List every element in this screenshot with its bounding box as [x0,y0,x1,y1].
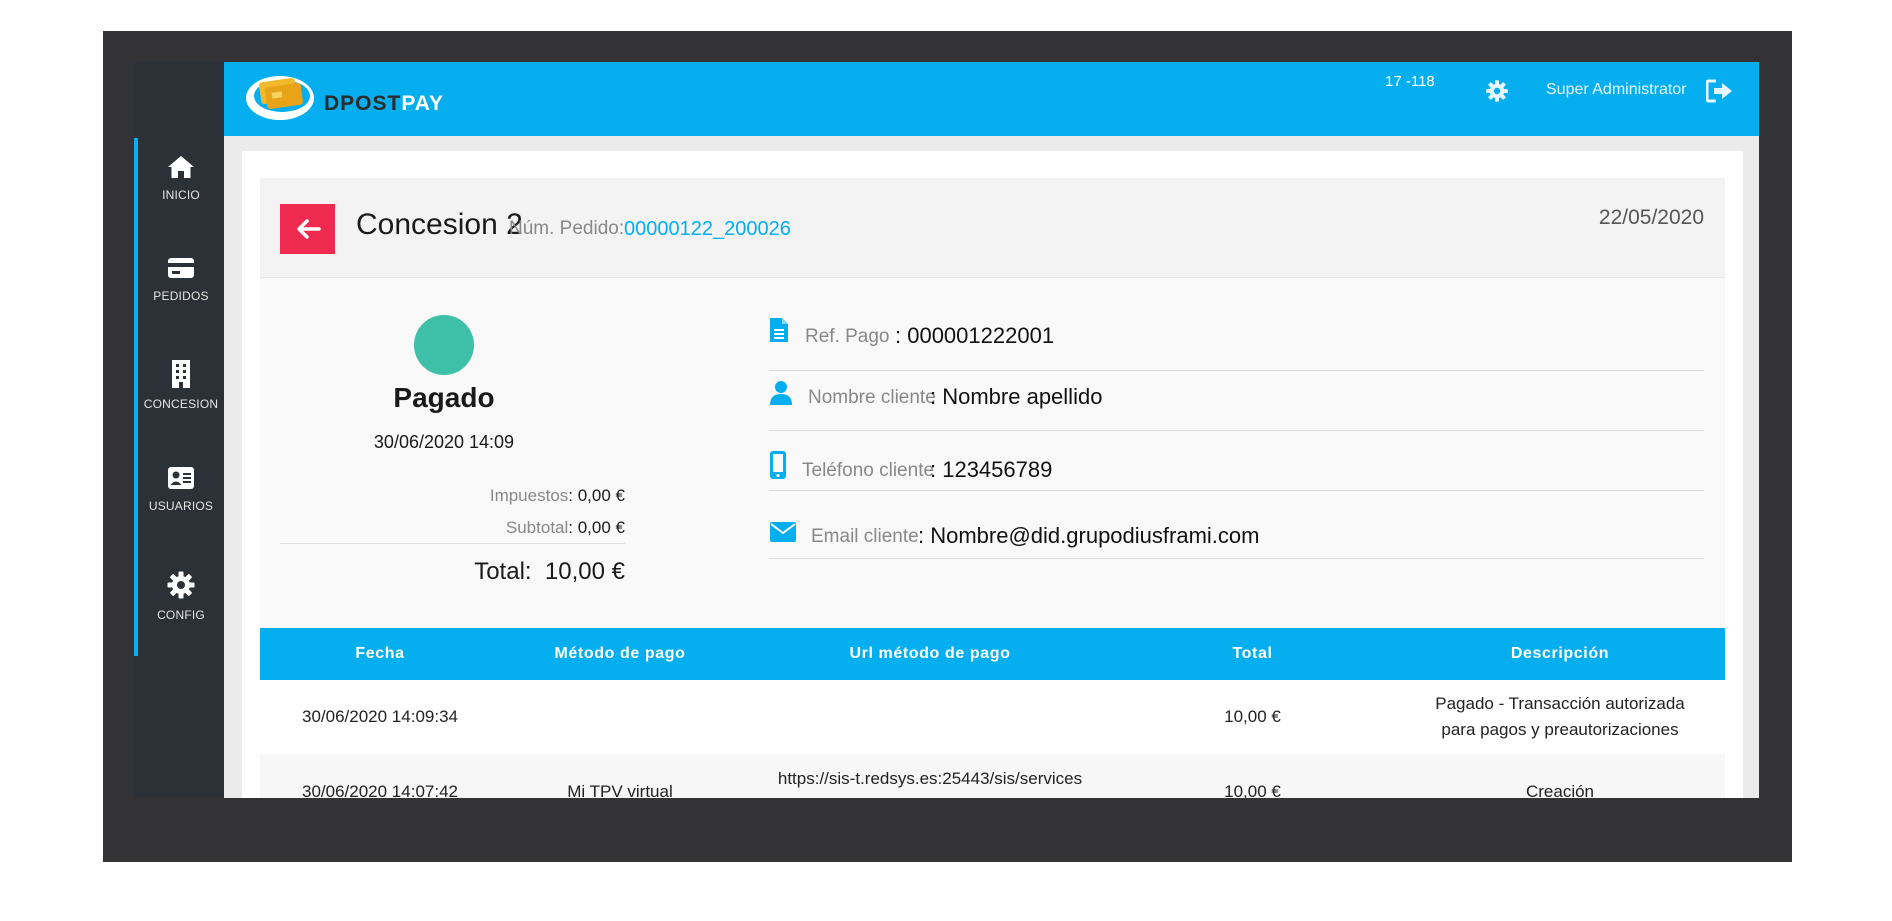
taxes-label: Impuestos [489,486,569,505]
credit-card-icon [168,258,194,278]
app-logo[interactable]: DPOSTPAY [244,68,454,128]
top-bar: DPOSTPAY 17 -118 Super Administrator [224,62,1759,136]
cell-fecha: 30/06/2020 14:07:42 [302,782,458,798]
version-label: 17 -118 [1385,73,1435,90]
sidebar-item-config[interactable]: CONFIG [138,570,224,622]
client-name-row: Nombre cliente : Nombre apellido [769,371,1704,431]
total-value: 10,00 € [544,558,625,585]
status-date: 30/06/2020 14:09 [373,432,515,452]
home-icon [168,156,194,178]
gear-icon [1486,80,1508,102]
envelope-icon [770,522,796,542]
page-title: Concesion 2 [356,208,523,241]
sidebar-item-concesion[interactable]: CONCESION [138,359,224,411]
subtotal-row: Subtotal: 0,00 € [280,518,625,538]
content-panel: Concesion 2 Núm. Pedido: 00000122_200026… [242,151,1743,798]
cell-descripcion: Pagado - Transacción autorizada para pago… [1435,694,1685,739]
building-icon [172,360,190,388]
back-button[interactable] [280,204,335,254]
sidebar-item-label: PEDIDOS [153,289,209,303]
user-icon [770,381,792,405]
cell-fecha: 30/06/2020 14:09:34 [302,707,458,726]
total-label: Total: [474,558,532,585]
arrow-left-icon [296,219,321,239]
logout-button[interactable] [1705,79,1734,108]
order-number-value: 00000122_200026 [624,218,791,240]
order-header: Concesion 2 Núm. Pedido: 00000122_200026… [260,178,1725,278]
sidebar-item-label: CONFIG [157,608,205,622]
sign-out-icon [1705,79,1732,103]
logo-emblem-icon [246,76,314,120]
client-name-value: : Nombre apellido [930,384,1103,409]
payment-ref-row: Ref. Pago : 000001222001 [769,311,1704,371]
sidebar-item-usuarios[interactable]: USUARIOS [138,465,224,513]
subtotal-label: Subtotal [505,518,569,537]
column-header-descripcion[interactable]: Descripción [1410,645,1710,663]
file-icon [770,318,788,342]
client-phone-value: : 123456789 [930,457,1053,482]
order-number-label: Núm. Pedido: [509,218,625,239]
sidebar-item-label: CONCESION [143,397,219,411]
gear-icon [167,571,195,599]
table-row: 30/06/2020 14:07:42 Mi TPV virtual https… [260,754,1725,798]
id-card-icon [168,467,194,489]
column-header-metodo[interactable]: Método de pago [490,645,750,663]
payment-ref-label: Ref. Pago [805,326,890,347]
column-header-url[interactable]: Url método de pago [770,645,1090,663]
client-email-label: Email cliente [811,526,919,547]
mobile-phone-icon [770,451,786,479]
client-phone-row: Teléfono cliente : 123456789 [769,431,1704,491]
app-screen: INICIO PEDIDOS CONCESION USUARIOS CONFIG… [134,62,1759,798]
subtotal-value: : 0,00 € [568,518,625,537]
user-name[interactable]: Super Administrator [1546,81,1687,99]
cell-descripcion: Creación [1525,782,1595,798]
column-header-fecha[interactable]: Fecha [280,645,480,663]
order-date: 22/05/2020 [1598,206,1704,229]
sidebar-item-label: INICIO [162,188,200,202]
status-label: Pagado [393,382,495,413]
taxes-row: Impuestos: 0,00 € [280,486,625,506]
transactions-table-header: Fecha Método de pago Url método de pago … [260,628,1725,680]
client-name-label: Nombre cliente [808,387,936,408]
client-email-row: Email cliente : Nombre@did.grupodiusfram… [769,491,1704,559]
summary-divider [280,543,625,544]
client-email-value: : Nombre@did.grupodiusframi.com [918,523,1260,548]
taxes-value: : 0,00 € [568,486,625,505]
cell-url[interactable]: https://sis-t.redsys.es:25443/sis/servic… [770,766,1090,792]
sidebar-item-label: USUARIOS [148,499,214,513]
logo-wordmark: DPOSTPAY [324,92,445,115]
total-row: Total: 10,00 € [280,558,625,586]
sidebar: INICIO PEDIDOS CONCESION USUARIOS CONFIG [134,62,224,798]
cell-total: 10,00 € [1224,782,1281,798]
column-header-total[interactable]: Total [1180,645,1325,663]
status-indicator [414,315,474,375]
table-row: 30/06/2020 14:09:34 10,00 € Pagado - Tra… [260,680,1725,754]
settings-button[interactable] [1485,79,1509,108]
cell-total: 10,00 € [1224,707,1281,726]
client-phone-label: Teléfono cliente [802,460,935,481]
cell-metodo: Mi TPV virtual [567,782,673,798]
payment-ref-value: : 000001222001 [895,323,1055,348]
sidebar-item-pedidos[interactable]: PEDIDOS [138,255,224,303]
sidebar-item-inicio[interactable]: INICIO [138,154,224,202]
order-card: Concesion 2 Núm. Pedido: 00000122_200026… [260,178,1725,798]
